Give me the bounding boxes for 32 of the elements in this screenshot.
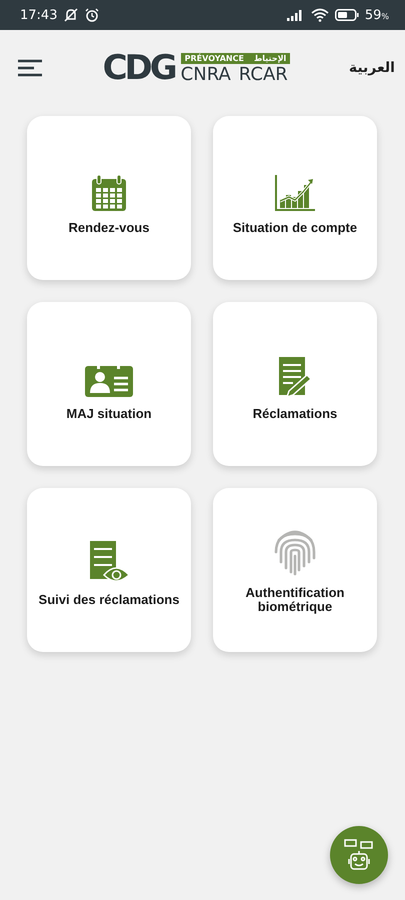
robot-chat-icon	[344, 839, 374, 871]
menu-tile[interactable]: MAJ situation	[27, 302, 191, 466]
menu-tile[interactable]: Situation de compte	[213, 116, 377, 280]
tile-label: Suivi des réclamations	[38, 592, 180, 608]
menu-tile[interactable]: Suivi des réclamations	[27, 488, 191, 652]
fingerprint-icon	[273, 528, 317, 576]
language-link[interactable]: العربية	[348, 60, 395, 76]
tile-label: Réclamations	[252, 406, 338, 422]
logo-band-text: PRÉVOYANCE	[184, 54, 244, 62]
menu-tile[interactable]: Rendez-vous	[27, 116, 191, 280]
alarm-icon	[85, 8, 100, 22]
logo-name: CNRA	[180, 66, 231, 84]
chatbot-button[interactable]	[330, 826, 388, 884]
calendar-icon	[92, 174, 126, 211]
tile-label: Authentification biométrique	[244, 586, 346, 614]
tile-label: Situation de compte	[232, 220, 358, 236]
wifi-icon	[310, 8, 329, 22]
menu-tile[interactable]: Réclamations	[213, 302, 377, 466]
notifications-off-icon	[63, 8, 80, 22]
logo-mark: CDG	[102, 51, 175, 85]
logo-name: RCAR	[238, 66, 288, 84]
document-pen-icon	[277, 356, 313, 397]
document-eye-icon	[88, 540, 130, 583]
menu-button[interactable]	[16, 57, 44, 79]
chart-icon	[275, 174, 315, 211]
battery-percentage: 59%	[364, 8, 389, 22]
battery-icon	[334, 9, 359, 21]
menu-icon	[18, 59, 42, 77]
logo-band-text: الإحتياط	[254, 54, 286, 62]
tile-label: Rendez-vous	[68, 220, 150, 236]
tile-label: MAJ situation	[65, 406, 153, 422]
clock: 17:43	[20, 8, 58, 22]
